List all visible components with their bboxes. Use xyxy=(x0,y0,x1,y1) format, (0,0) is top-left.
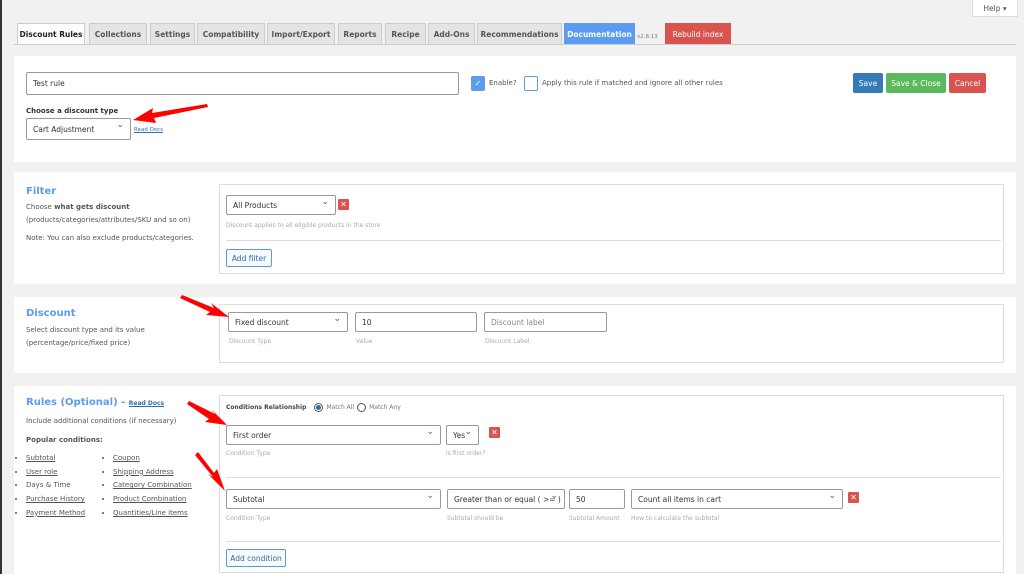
arrow-icon xyxy=(195,452,225,491)
arrow-icon xyxy=(180,295,229,317)
arrow-icon xyxy=(133,104,208,123)
arrow-icon xyxy=(187,401,227,425)
annotation-arrows xyxy=(133,104,229,491)
